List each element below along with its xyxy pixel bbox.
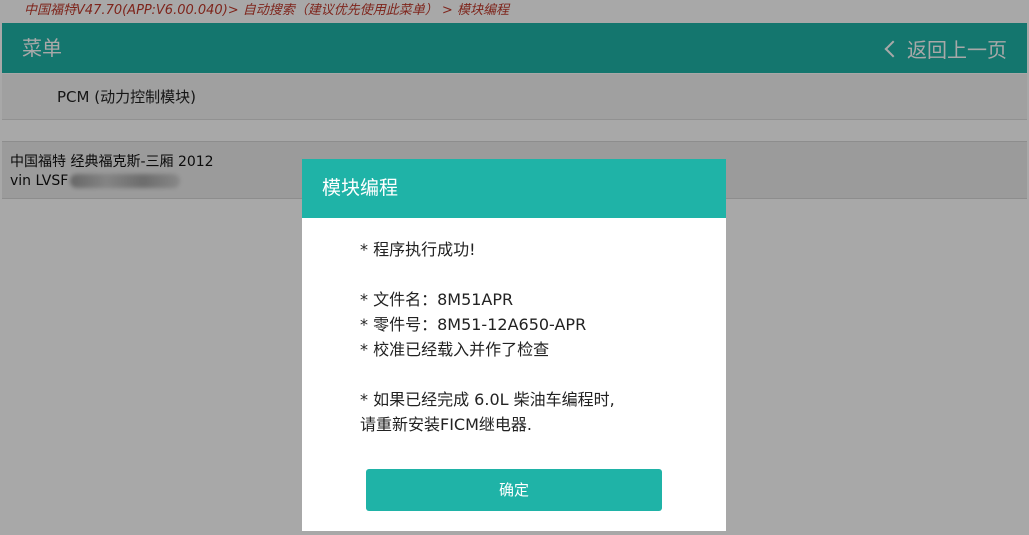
message-line: * 零件号：8M51-12A650-APR — [360, 315, 587, 334]
dialog-title: 模块编程 — [322, 177, 399, 199]
confirm-button[interactable]: 确定 — [366, 469, 662, 511]
module-programming-dialog: 模块编程 * 程序执行成功! * 文件名：8M51APR * 零件号：8M51-… — [302, 159, 726, 531]
message-line: * 校准已经载入并作了检查 — [360, 340, 550, 359]
message-line: * 文件名：8M51APR — [360, 290, 514, 309]
message-line: * 如果已经完成 6.0L 柴油车编程时, — [360, 390, 615, 409]
message-line: 请重新安装FICM继电器. — [360, 415, 532, 434]
message-line: * 程序执行成功! — [360, 240, 476, 259]
dialog-message: * 程序执行成功! * 文件名：8M51APR * 零件号：8M51-12A65… — [360, 237, 700, 437]
dialog-header: 模块编程 — [302, 159, 726, 218]
